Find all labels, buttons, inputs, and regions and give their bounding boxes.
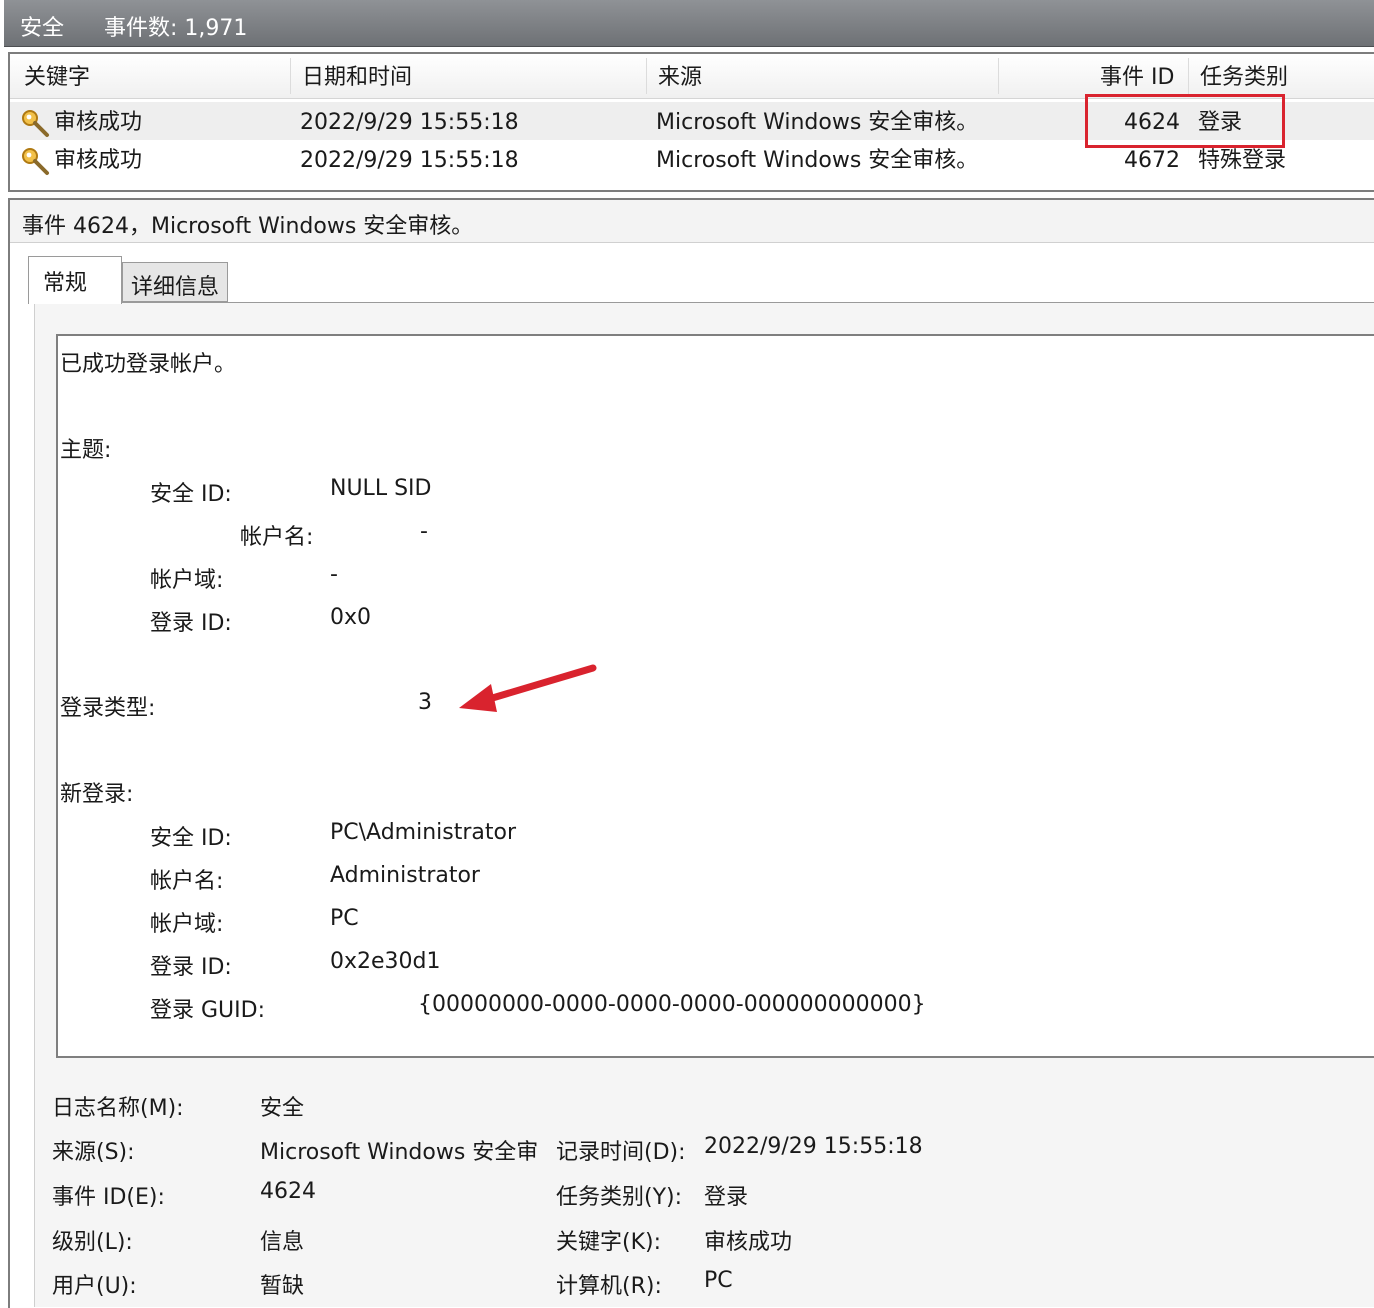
logged-value: 2022/9/29 15:55:18 [704, 1134, 923, 1159]
logon-type-value: 3 [418, 690, 432, 715]
computer-value: PC [704, 1268, 733, 1293]
row-keyword: 审核成功 [54, 148, 143, 173]
subject-account-name-value: - [420, 519, 428, 544]
new-logon-sid-value: PC\Administrator [330, 820, 517, 845]
list-header: 关键字 日期和时间 来源 事件 ID 任务类别 [10, 54, 1374, 99]
new-logon-account-name-label: 帐户名: [150, 869, 224, 894]
new-logon-account-name-value: Administrator [330, 863, 480, 888]
new-logon-heading: 新登录: [60, 782, 134, 807]
new-logon-guid-value: {00000000-0000-0000-0000-000000000000} [418, 992, 926, 1017]
row-datetime: 2022/9/29 15:55:18 [300, 110, 519, 135]
event-id-value: 4624 [260, 1179, 316, 1204]
log-name-value: 安全 [260, 1096, 305, 1121]
new-logon-sid-label: 安全 ID: [150, 826, 232, 851]
user-value: 暂缺 [260, 1274, 305, 1299]
task-category-label: 任务类别(Y): [556, 1185, 683, 1210]
description-intro: 已成功登录帐户。 [60, 352, 237, 377]
task-category-value: 登录 [704, 1185, 749, 1210]
key-icon [22, 110, 49, 137]
subject-sid-value: NULL SID [330, 476, 432, 501]
source-label: 来源(S): [52, 1140, 135, 1165]
column-task-category[interactable]: 任务类别 [1200, 54, 1288, 98]
level-label: 级别(L): [52, 1230, 133, 1255]
new-logon-logon-id-value: 0x2e30d1 [330, 949, 441, 974]
subject-sid-label: 安全 ID: [150, 482, 232, 507]
subject-heading: 主题: [60, 438, 112, 463]
tab-general[interactable]: 常规 [28, 256, 122, 304]
new-logon-account-domain-value: PC [330, 906, 359, 931]
new-logon-guid-label: 登录 GUID: [150, 998, 265, 1023]
key-icon [22, 148, 49, 175]
user-label: 用户(U): [52, 1274, 137, 1299]
new-logon-logon-id-label: 登录 ID: [150, 955, 232, 980]
event-count: 事件数: 1,971 [104, 16, 248, 41]
detail-title-bar: 事件 4624，Microsoft Windows 安全审核。 [10, 200, 1374, 243]
subject-logon-id-value: 0x0 [330, 605, 372, 630]
column-event-id[interactable]: 事件 ID [1100, 54, 1174, 98]
subject-logon-id-label: 登录 ID: [150, 611, 232, 636]
highlight-annotation-box [1085, 94, 1285, 148]
keywords-value: 审核成功 [704, 1230, 793, 1255]
row-source: Microsoft Windows 安全审核。 [656, 110, 979, 135]
arrow-annotation [459, 664, 597, 712]
keywords-label: 关键字(K): [556, 1230, 662, 1255]
row-keyword: 审核成功 [54, 110, 143, 135]
column-datetime[interactable]: 日期和时间 [302, 54, 412, 98]
log-name-label: 日志名称(M): [52, 1096, 184, 1121]
source-value: Microsoft Windows 安全审 [260, 1140, 539, 1165]
row-datetime: 2022/9/29 15:55:18 [300, 148, 519, 173]
level-value: 信息 [260, 1230, 305, 1255]
subject-account-domain-value: - [330, 562, 338, 587]
detail-title: 事件 4624，Microsoft Windows 安全审核。 [22, 214, 474, 239]
column-keyword[interactable]: 关键字 [24, 54, 90, 98]
event-id-label: 事件 ID(E): [52, 1185, 165, 1210]
row-source: Microsoft Windows 安全审核。 [656, 148, 979, 173]
subject-account-name-label: 帐户名: [240, 525, 314, 550]
new-logon-account-domain-label: 帐户域: [150, 912, 224, 937]
logged-label: 记录时间(D): [556, 1140, 686, 1165]
column-source[interactable]: 来源 [658, 54, 702, 98]
logon-type-label: 登录类型: [60, 696, 156, 721]
computer-label: 计算机(R): [556, 1274, 662, 1299]
subject-account-domain-label: 帐户域: [150, 568, 224, 593]
event-description-box[interactable] [56, 334, 1374, 1058]
tab-details[interactable]: 详细信息 [122, 262, 228, 302]
log-title-bar: 安全 事件数: 1,971 [4, 0, 1374, 47]
log-name: 安全 [20, 16, 65, 41]
